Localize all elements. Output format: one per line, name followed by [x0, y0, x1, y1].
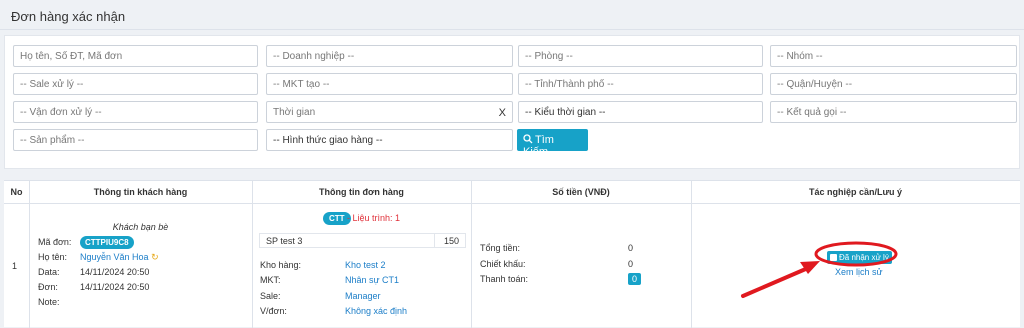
column-divider: [252, 181, 253, 328]
order-code-label: Mã đơn:: [38, 237, 72, 247]
discount-value: 0: [628, 259, 634, 269]
time-type-select[interactable]: -- Kiểu thời gian --: [518, 101, 763, 123]
search-input[interactable]: Họ tên, Số ĐT, Mã đơn: [13, 45, 258, 67]
mkt-select[interactable]: -- MKT tạo --: [266, 73, 513, 95]
column-divider: [471, 181, 472, 328]
order-time-label: Đơn:: [38, 282, 58, 292]
department-select[interactable]: -- Phòng --: [518, 45, 763, 67]
data-time: 14/11/2024 20:50: [80, 267, 150, 277]
shipper-select[interactable]: -- Vận đơn xử lý --: [13, 101, 258, 123]
col-header-amount: Số tiền (VNĐ): [471, 181, 691, 204]
order-time: 14/11/2024 20:50: [80, 282, 150, 292]
time-range-input[interactable]: Thời gian X: [266, 101, 513, 123]
discount-label: Chiết khấu:: [480, 259, 526, 269]
col-header-order: Thông tin đơn hàng: [252, 181, 471, 204]
sale-link[interactable]: Manager: [345, 291, 381, 301]
sale-label: Sale:: [260, 291, 281, 301]
treatment-route: - Liệu trình: 1: [347, 213, 401, 223]
row-number: 1: [12, 261, 18, 271]
col-header-action: Tác nghiệp cần/Lưu ý: [691, 181, 1020, 204]
col-header-customer: Thông tin khách hàng: [29, 181, 252, 204]
view-history-link[interactable]: Xem lịch sử: [835, 267, 883, 277]
filter-panel: Họ tên, Số ĐT, Mã đơn -- Doanh nghiệp --…: [4, 35, 1020, 169]
province-select[interactable]: -- Tỉnh/Thành phố --: [518, 73, 763, 95]
payment-label: Thanh toán:: [480, 274, 529, 284]
orders-table: No Thông tin khách hàng Thông tin đơn hà…: [4, 180, 1020, 328]
mkt-link[interactable]: Nhân sự CT1: [345, 275, 399, 285]
page-header: Đơn hàng xác nhận: [0, 0, 1024, 30]
sale-select[interactable]: -- Sale xử lý --: [13, 73, 258, 95]
refresh-icon: ↻: [151, 252, 159, 262]
status-label: Đã nhận xử lý: [839, 253, 889, 262]
search-button[interactable]: Tìm Kiếm: [517, 129, 588, 158]
column-divider: [691, 181, 692, 328]
order-code-badge: CTTPIU9C8: [80, 236, 134, 249]
col-header-no: No: [4, 181, 29, 204]
product-qty: 150: [443, 236, 459, 246]
customer-name: Nguyễn Văn Hoa: [80, 252, 149, 262]
customer-name-link[interactable]: Nguyễn Văn Hoa ↻: [80, 252, 159, 263]
time-range-placeholder: Thời gian: [273, 107, 316, 118]
note-label: Note:: [38, 297, 60, 307]
total-value: 0: [628, 243, 634, 253]
product-divider: [434, 233, 435, 248]
product-name: SP test 3: [266, 236, 303, 246]
delivery-method-select[interactable]: -- Hình thức giao hàng --: [266, 129, 513, 151]
enterprise-select[interactable]: -- Doanh nghiệp --: [266, 45, 513, 67]
mkt-label: MKT:: [260, 275, 281, 285]
clear-time-button[interactable]: X: [499, 107, 506, 119]
customer-group: Khách bạn bè: [112, 222, 169, 232]
call-result-select[interactable]: -- Kết quả gọi --: [770, 101, 1017, 123]
group-select[interactable]: -- Nhóm --: [770, 45, 1017, 67]
warehouse-label: Kho hàng:: [260, 260, 302, 270]
payment-badge: 0: [628, 273, 642, 285]
shipping-label: V/đơn:: [260, 306, 287, 316]
page-title: Đơn hàng xác nhận: [11, 9, 126, 24]
district-select[interactable]: -- Quận/Huyện --: [770, 73, 1017, 95]
data-time-label: Data:: [38, 267, 60, 277]
warehouse-link[interactable]: Kho test 2: [345, 260, 386, 270]
product-select[interactable]: -- Sản phẩm --: [13, 129, 258, 151]
column-divider: [29, 181, 30, 328]
status-badge[interactable]: Đã nhận xử lý: [827, 251, 892, 264]
search-icon: [523, 134, 533, 144]
name-label: Họ tên:: [38, 252, 68, 262]
check-icon: [830, 254, 837, 261]
shipping-link[interactable]: Không xác định: [345, 306, 407, 316]
total-label: Tổng tiền:: [480, 243, 521, 253]
